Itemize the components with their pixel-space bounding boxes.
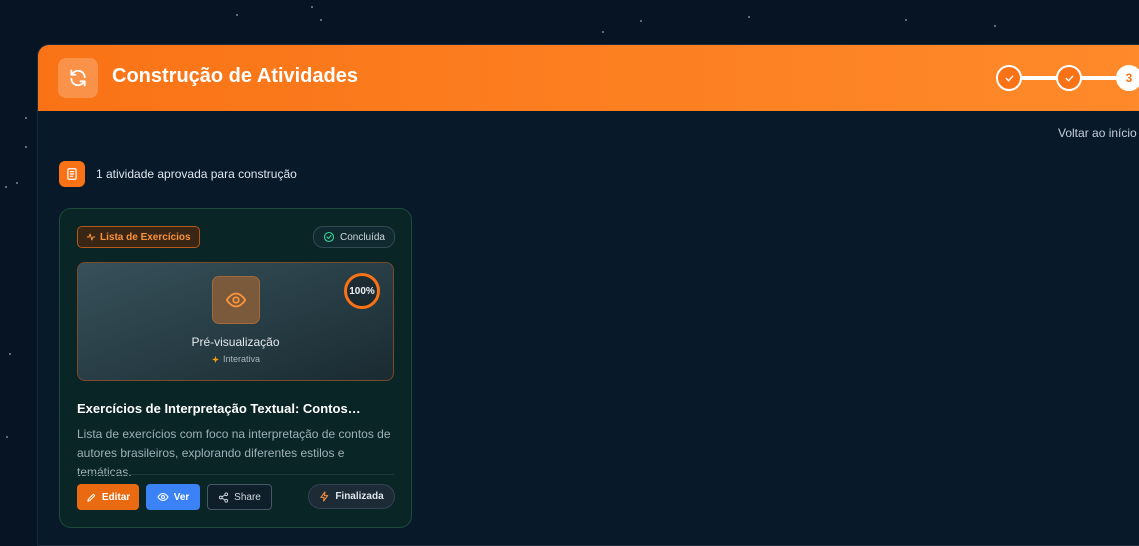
card-divider <box>77 474 394 475</box>
check-circle-icon <box>323 231 335 243</box>
activity-pulse-icon <box>86 233 96 241</box>
stepper-connector <box>1080 76 1120 80</box>
finalized-label: Finalizada <box>335 491 384 502</box>
approved-summary: 1 atividade aprovada para construção <box>96 167 297 181</box>
preview-sublabel: Interativa <box>78 354 393 364</box>
share-button-label: Share <box>234 491 261 503</box>
refresh-icon <box>58 58 98 98</box>
preview-area[interactable]: Pré-visualização Interativa 100% <box>77 262 394 381</box>
stepper-connector <box>1020 76 1060 80</box>
share-button[interactable]: Share <box>207 484 272 510</box>
page-title: Construção de Atividades <box>112 65 358 87</box>
status-label: Concluída <box>339 231 385 243</box>
back-to-start-link[interactable]: Voltar ao início <box>1058 126 1137 140</box>
check-icon <box>1005 75 1013 81</box>
activity-type-label: Lista de Exercícios <box>100 231 191 243</box>
share-icon <box>219 491 229 503</box>
status-badge: Concluída <box>312 226 395 248</box>
eye-icon <box>157 492 169 502</box>
panel-header: Construção de Atividades 3 <box>38 45 1139 111</box>
activity-title: Exercícios de Interpretação Textual: Con… <box>77 401 361 416</box>
finalized-badge[interactable]: Finalizada <box>308 484 395 509</box>
progress-ring: 100% <box>344 273 380 309</box>
check-icon <box>1065 75 1073 81</box>
construction-panel: Construção de Atividades 3 Voltar ao iní… <box>37 44 1139 546</box>
document-list-icon <box>59 161 85 187</box>
preview-sublabel-text: Interativa <box>222 354 261 364</box>
lightning-icon <box>320 491 329 502</box>
preview-label: Pré-visualização <box>191 335 280 349</box>
edit-button[interactable]: Editar <box>77 484 139 510</box>
activity-card: Lista de Exercícios Concluída Pré-visual… <box>59 208 412 528</box>
pencil-icon <box>87 493 96 502</box>
activity-type-tag: Lista de Exercícios <box>77 226 200 248</box>
sparkle-icon <box>212 355 219 363</box>
progress-stepper: 3 <box>996 65 1139 91</box>
step-2-complete <box>1056 65 1082 91</box>
step-3-current: 3 <box>1116 65 1139 91</box>
edit-button-label: Editar <box>101 491 131 503</box>
eye-icon <box>212 276 260 324</box>
view-button-label: Ver <box>173 491 190 503</box>
step-1-complete <box>996 65 1022 91</box>
view-button[interactable]: Ver <box>146 484 200 510</box>
